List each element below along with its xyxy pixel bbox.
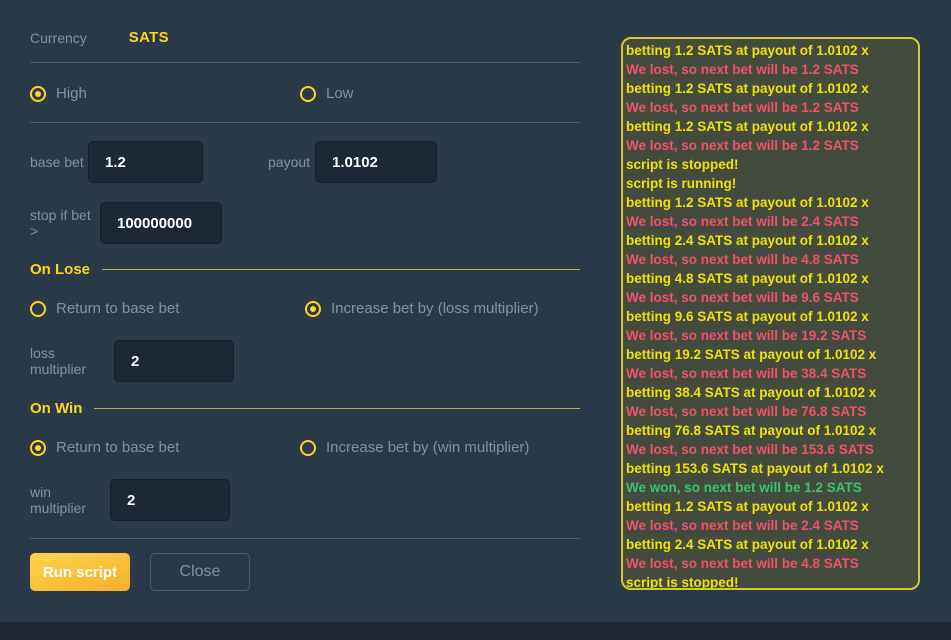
log-line: script is stopped! [626, 573, 912, 590]
radio-low[interactable] [300, 86, 316, 102]
win-multiplier-label: win multiplier [30, 484, 110, 516]
log-line: betting 2.4 SATS at payout of 1.0102 x [626, 231, 912, 250]
payout-input[interactable] [315, 141, 437, 183]
log-line: We lost, so next bet will be 38.4 SATS [626, 364, 912, 383]
log-line: We lost, so next bet will be 2.4 SATS [626, 516, 912, 535]
loss-multiplier-input[interactable] [114, 340, 234, 382]
radio-option-high[interactable]: High [30, 85, 87, 102]
divider [30, 538, 580, 539]
log-line: We lost, so next bet will be 76.8 SATS [626, 402, 912, 421]
log-line: We lost, so next bet will be 4.8 SATS [626, 250, 912, 269]
radio-option-win-return[interactable]: Return to base bet [30, 439, 179, 456]
log-line: We lost, so next bet will be 19.2 SATS [626, 326, 912, 345]
radio-win-return-label: Return to base bet [56, 439, 179, 456]
log-line: We lost, so next bet will be 1.2 SATS [626, 60, 912, 79]
loss-multiplier-label: loss multiplier [30, 345, 114, 377]
payout-field: payout [268, 141, 437, 183]
log-line: We lost, so next bet will be 153.6 SATS [626, 440, 912, 459]
log-line: We lost, so next bet will be 9.6 SATS [626, 288, 912, 307]
run-script-button[interactable]: Run script [30, 553, 130, 591]
log-line: script is stopped! [626, 155, 912, 174]
log-line: We lost, so next bet will be 1.2 SATS [626, 98, 912, 117]
log-line: betting 19.2 SATS at payout of 1.0102 x [626, 345, 912, 364]
radio-dot [35, 445, 41, 451]
on-win-title: On Win [30, 400, 82, 417]
currency-label: Currency [30, 30, 87, 46]
log-line: betting 2.4 SATS at payout of 1.0102 x [626, 535, 912, 554]
divider [30, 62, 580, 63]
radio-low-label: Low [326, 85, 354, 102]
radio-option-lose-return[interactable]: Return to base bet [30, 300, 179, 317]
script-settings-panel: Currency SATS High Low base bet payout s… [0, 0, 951, 640]
radio-win-return[interactable] [30, 440, 46, 456]
payout-label: payout [268, 154, 315, 170]
log-line: betting 9.6 SATS at payout of 1.0102 x [626, 307, 912, 326]
loss-multiplier-field: loss multiplier [30, 340, 234, 382]
win-multiplier-field: win multiplier [30, 479, 230, 521]
radio-option-low[interactable]: Low [300, 85, 354, 102]
on-win-section-header: On Win [30, 400, 580, 417]
currency-value[interactable]: SATS [129, 29, 169, 46]
log-line: We lost, so next bet will be 4.8 SATS [626, 554, 912, 573]
radio-option-win-increase[interactable]: Increase bet by (win multiplier) [300, 439, 529, 456]
radio-option-lose-increase[interactable]: Increase bet by (loss multiplier) [305, 300, 539, 317]
log-line: betting 1.2 SATS at payout of 1.0102 x [626, 79, 912, 98]
log-line: betting 38.4 SATS at payout of 1.0102 x [626, 383, 912, 402]
close-button[interactable]: Close [150, 553, 250, 591]
radio-lose-increase[interactable] [305, 301, 321, 317]
log-line: betting 1.2 SATS at payout of 1.0102 x [626, 41, 912, 60]
base-bet-field: base bet [30, 141, 203, 183]
log-line: betting 76.8 SATS at payout of 1.0102 x [626, 421, 912, 440]
base-bet-label: base bet [30, 154, 88, 170]
radio-dot [35, 91, 41, 97]
stop-if-bet-field: stop if bet > [30, 202, 222, 244]
currency-row: Currency SATS [30, 29, 169, 46]
radio-lose-increase-label: Increase bet by (loss multiplier) [331, 300, 539, 317]
divider [30, 122, 580, 123]
on-lose-title: On Lose [30, 261, 90, 278]
section-divider-line [102, 269, 580, 270]
radio-win-increase-label: Increase bet by (win multiplier) [326, 439, 529, 456]
win-multiplier-input[interactable] [110, 479, 230, 521]
radio-high[interactable] [30, 86, 46, 102]
log-line: betting 1.2 SATS at payout of 1.0102 x [626, 497, 912, 516]
log-line: script is running! [626, 174, 912, 193]
radio-high-label: High [56, 85, 87, 102]
log-line: We lost, so next bet will be 2.4 SATS [626, 212, 912, 231]
on-lose-section-header: On Lose [30, 261, 580, 278]
log-line: betting 1.2 SATS at payout of 1.0102 x [626, 193, 912, 212]
section-divider-line [94, 408, 580, 409]
log-line: betting 1.2 SATS at payout of 1.0102 x [626, 117, 912, 136]
log-line: We won, so next bet will be 1.2 SATS [626, 478, 912, 497]
radio-win-increase[interactable] [300, 440, 316, 456]
log-line: betting 153.6 SATS at payout of 1.0102 x [626, 459, 912, 478]
radio-lose-return-label: Return to base bet [56, 300, 179, 317]
stop-if-bet-input[interactable] [100, 202, 222, 244]
radio-dot [310, 306, 316, 312]
base-bet-input[interactable] [88, 141, 203, 183]
page-footer-strip [0, 622, 951, 640]
radio-lose-return[interactable] [30, 301, 46, 317]
log-line: We lost, so next bet will be 1.2 SATS [626, 136, 912, 155]
stop-if-bet-label: stop if bet > [30, 207, 100, 239]
script-log[interactable]: betting 1.2 SATS at payout of 1.0102 xWe… [621, 37, 920, 590]
log-line: betting 4.8 SATS at payout of 1.0102 x [626, 269, 912, 288]
